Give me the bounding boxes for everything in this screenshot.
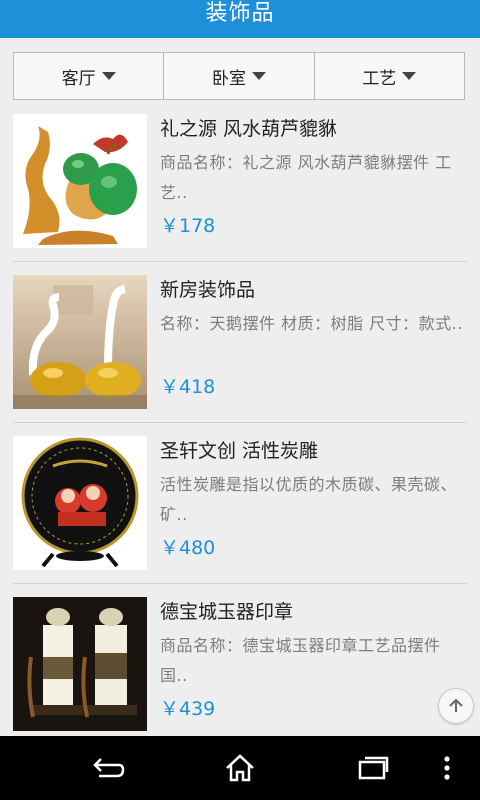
- app-header: 装饰品: [0, 0, 480, 38]
- back-icon: [93, 758, 125, 778]
- overflow-menu-icon: [444, 756, 450, 780]
- product-price: ￥418: [160, 376, 216, 398]
- triangle-down-icon: [402, 72, 417, 80]
- page-title: 装饰品: [205, 1, 275, 26]
- product-price: ￥439: [160, 698, 216, 720]
- recents-button[interactable]: [333, 736, 413, 800]
- product-image-charcoal-plate: [13, 436, 147, 570]
- filter-bedroom[interactable]: 卧室: [164, 53, 315, 99]
- system-navigation-bar: [0, 736, 480, 800]
- triangle-down-icon: [101, 72, 116, 80]
- filter-label: 工艺: [362, 68, 397, 89]
- filter-craft[interactable]: 工艺: [315, 53, 464, 99]
- home-button[interactable]: [200, 736, 280, 800]
- scroll-top-button[interactable]: [438, 688, 474, 724]
- back-button[interactable]: [68, 736, 148, 800]
- product-title: 德宝城玉器印章: [160, 601, 294, 623]
- product-list: 礼之源 风水葫芦貔貅 商品名称：礼之源 风水葫芦貔貅摆件 工艺.. ￥178 新…: [0, 101, 480, 745]
- list-item[interactable]: 礼之源 风水葫芦貔貅 商品名称：礼之源 风水葫芦貔貅摆件 工艺.. ￥178: [13, 101, 467, 262]
- arrow-up-icon: [449, 698, 463, 712]
- overflow-menu-button[interactable]: [414, 736, 480, 800]
- triangle-down-icon: [251, 72, 266, 80]
- product-image-swans: [13, 275, 147, 409]
- product-image-jade-seals: [13, 597, 147, 731]
- product-description: 名称：天鹅摆件 材质：树脂 尺寸：款式..: [160, 314, 463, 333]
- product-title: 新房装饰品: [160, 279, 256, 301]
- product-description: 商品名称：礼之源 风水葫芦貔貅摆件 工艺..: [160, 153, 452, 202]
- product-price: ￥178: [160, 215, 216, 237]
- list-item[interactable]: 圣轩文创 活性炭雕 活性炭雕是指以优质的木质碳、果壳碳、矿.. ￥480: [13, 423, 467, 584]
- list-item[interactable]: 德宝城玉器印章 商品名称：德宝城玉器印章工艺品摆件 国.. ￥439: [13, 584, 467, 745]
- filter-living-room[interactable]: 客厅: [14, 53, 165, 99]
- product-title: 礼之源 风水葫芦貔貅: [160, 118, 338, 140]
- product-image-gourd: [13, 114, 147, 248]
- product-price: ￥480: [160, 537, 216, 559]
- product-title: 圣轩文创 活性炭雕: [160, 440, 319, 462]
- filter-label: 卧室: [211, 68, 246, 89]
- product-description: 活性炭雕是指以优质的木质碳、果壳碳、矿..: [160, 475, 458, 524]
- recents-icon: [358, 756, 389, 780]
- filter-label: 客厅: [61, 68, 96, 89]
- home-icon: [226, 754, 254, 782]
- category-filter-bar: 客厅 卧室 工艺: [13, 52, 465, 100]
- product-description: 商品名称：德宝城玉器印章工艺品摆件 国..: [160, 636, 441, 685]
- list-item[interactable]: 新房装饰品 名称：天鹅摆件 材质：树脂 尺寸：款式.. ￥418: [13, 262, 467, 423]
